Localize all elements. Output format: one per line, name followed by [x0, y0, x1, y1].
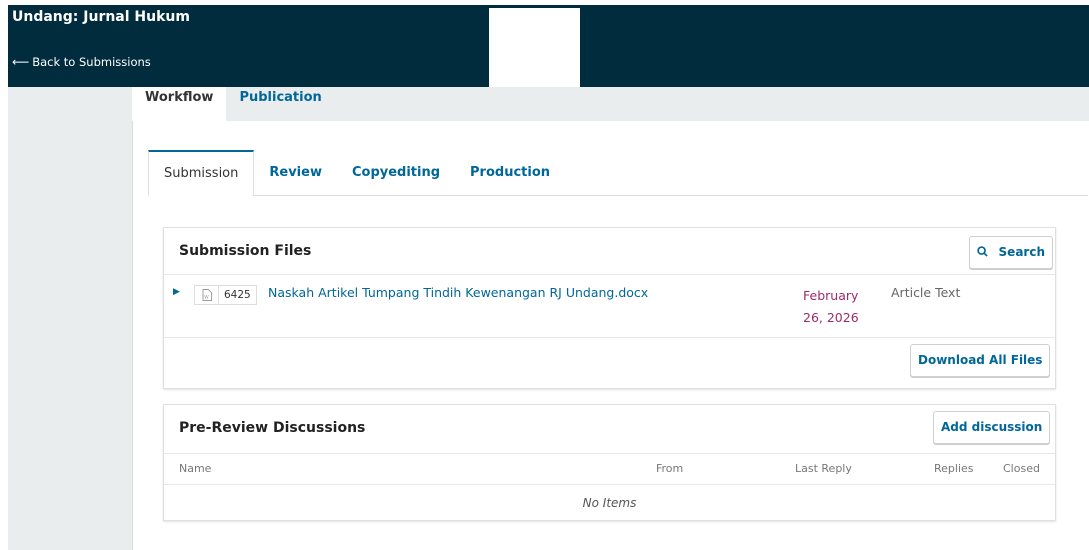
- search-files-button[interactable]: Search: [969, 236, 1053, 269]
- tab-production[interactable]: Production: [455, 150, 565, 196]
- word-document-icon: W: [194, 285, 218, 305]
- svg-text:W: W: [204, 295, 209, 301]
- file-name-link[interactable]: Naskah Artikel Tumpang Tindih Kewenangan…: [268, 285, 648, 300]
- tab-workflow[interactable]: Workflow: [132, 87, 227, 121]
- expand-row-icon[interactable]: ▶: [173, 287, 180, 297]
- back-arrow-icon: ⟵: [12, 55, 30, 69]
- back-to-submissions-link[interactable]: ⟵ Back to Submissions: [12, 55, 151, 69]
- back-link-label: Back to Submissions: [32, 55, 151, 69]
- journal-title: Undang: Jurnal Hukum: [12, 9, 190, 25]
- download-all-files-button[interactable]: Download All Files: [910, 344, 1051, 377]
- discussions-title: Pre-Review Discussions: [179, 420, 366, 436]
- column-closed: Closed: [1003, 462, 1040, 475]
- tab-publication[interactable]: Publication: [226, 87, 334, 121]
- search-label: Search: [998, 245, 1045, 259]
- redacted-area: [489, 8, 580, 94]
- page: Undang: Jurnal Hukum ⟵ Back to Submissio…: [0, 0, 1089, 550]
- file-row: ▶ W 6425 Naskah Artikel Tumpang Tindih K…: [164, 274, 1055, 337]
- search-icon: [977, 245, 993, 260]
- stage-tabs: Submission Review Copyediting Production: [148, 150, 1088, 196]
- discussions-table-header: Name From Last Reply Replies Closed: [164, 454, 1055, 484]
- divider: [164, 337, 1055, 338]
- submission-files-panel: Submission Files Search ▶ W 6425 Naskah …: [163, 227, 1056, 389]
- workflow-content: Submission Review Copyediting Production…: [132, 121, 1089, 550]
- submission-files-title: Submission Files: [179, 243, 312, 259]
- column-replies: Replies: [934, 462, 974, 475]
- workflow-tabs: Workflow Publication: [132, 87, 335, 121]
- tab-review[interactable]: Review: [254, 150, 337, 196]
- file-id: 6425: [218, 285, 257, 305]
- file-date: February 26, 2026: [803, 288, 859, 325]
- column-name: Name: [179, 462, 212, 475]
- file-type: Article Text: [891, 285, 961, 300]
- empty-state: No Items: [582, 496, 637, 510]
- pre-review-discussions-panel: Pre-Review Discussions Add discussion Na…: [163, 404, 1056, 521]
- column-last-reply: Last Reply: [795, 462, 852, 475]
- add-discussion-button[interactable]: Add discussion: [933, 411, 1051, 444]
- left-margin: [0, 0, 8, 550]
- tab-submission[interactable]: Submission: [148, 150, 255, 196]
- column-from: From: [656, 462, 684, 475]
- tab-copyediting[interactable]: Copyediting: [337, 150, 455, 196]
